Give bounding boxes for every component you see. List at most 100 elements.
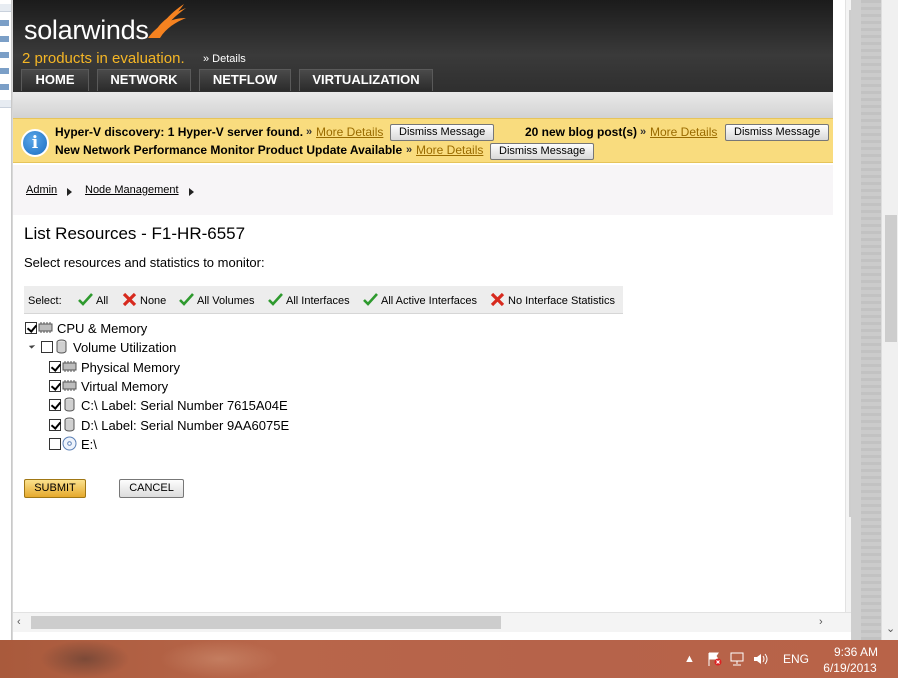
chevron-right-icon [67,188,72,196]
select-all-interfaces[interactable]: All Interfaces [286,295,350,307]
checkbox[interactable] [25,322,37,334]
dismiss-button[interactable]: Dismiss Message [390,124,495,141]
window-bottom-edge [13,632,851,640]
dismiss-button[interactable]: Dismiss Message [725,124,830,141]
bg-bar [0,36,9,42]
page-title: List Resources - F1-HR-6557 [24,224,246,243]
volume-speaker-icon[interactable] [752,651,768,667]
checkbox[interactable] [49,419,61,431]
notification-npm-update: New Network Performance Monitor Product … [55,143,403,157]
bg-scrollbar-thumb[interactable] [885,215,897,342]
tab-network[interactable]: NETWORK [97,69,191,91]
language-indicator[interactable]: ENG [783,652,809,666]
chevron-left-icon[interactable]: ‹ [17,616,21,628]
expand-icon[interactable] [28,342,36,349]
horizontal-scrollbar[interactable]: ‹ › [13,612,851,632]
solarwinds-logo[interactable]: solarwinds [24,15,149,46]
scrollbar-thumb[interactable] [849,10,851,517]
tab-virtualization[interactable]: VIRTUALIZATION [299,69,433,91]
tree-item-cpu-memory: CPU & Memory [24,320,324,338]
scrollbar-thumb[interactable] [31,616,501,629]
dismiss-button[interactable]: Dismiss Message [490,143,595,160]
notification-blog: 20 new blog post(s) [525,125,638,139]
chevron-right-icon[interactable]: › [819,616,823,628]
info-icon: i [21,129,49,157]
background-window-left [0,0,12,640]
browser-content: solarwinds 2 products in evaluation. » D… [13,0,851,612]
memory-chip-icon [62,361,77,372]
memory-chip-icon [62,380,77,391]
taskbar-app-thumbnail[interactable] [160,640,280,678]
tree-item-volume-c: C:\ Label: Serial Number 7615A04E [24,397,344,415]
checkbox[interactable] [49,438,61,450]
cancel-button[interactable]: CANCEL [119,479,184,498]
bg-bar [0,20,9,26]
tree-item-label: E:\ [81,437,97,452]
raquo-icon: » [306,126,313,138]
clock-date[interactable]: 6/19/2013 [818,661,882,675]
evaluation-details-link[interactable]: » Details [203,53,246,65]
tree-item-label: Volume Utilization [73,340,177,355]
more-details-link[interactable]: More Details [316,125,383,139]
tab-home[interactable]: HOME [21,69,89,91]
tree-item-virtual-memory: Virtual Memory [24,378,324,396]
more-details-link[interactable]: More Details [416,143,483,157]
volume-icon [64,417,75,432]
breadcrumb-admin[interactable]: Admin [26,184,57,196]
tree-item-label: C:\ Label: Serial Number 7615A04E [81,398,288,413]
select-all-volumes[interactable]: All Volumes [197,295,254,307]
taskbar-app-thumbnail[interactable] [40,640,130,678]
checkbox[interactable] [49,361,61,373]
raquo-icon: » [406,144,413,156]
app-header: solarwinds 2 products in evaluation. » D… [13,0,833,92]
network-icon[interactable] [729,651,745,667]
clock-time[interactable]: 9:36 AM [826,645,886,659]
header-band [13,92,833,118]
flame-logo-icon [148,4,186,38]
check-icon [179,293,194,306]
x-icon [490,292,505,307]
show-hidden-icons-icon[interactable]: ▲ [684,653,695,665]
submit-button[interactable]: SUBMIT [24,479,86,498]
chevron-down-icon[interactable]: ⌄ [886,622,895,635]
select-no-interface-statistics[interactable]: No Interface Statistics [508,295,615,307]
breadcrumb-node-management[interactable]: Node Management [85,184,179,196]
raquo-icon: » [640,126,647,138]
checkbox[interactable] [49,380,61,392]
tab-netflow[interactable]: NETFLOW [199,69,291,91]
checkbox[interactable] [49,399,61,411]
bg-tab [0,4,11,12]
tree-item-label: D:\ Label: Serial Number 9AA6075E [81,418,290,433]
notification-bar: i Hyper-V discovery: 1 Hyper-V server fo… [13,118,833,163]
action-center-flag-icon[interactable] [706,651,722,667]
volume-icon [64,397,75,412]
check-icon [78,293,93,306]
tree-item-physical-memory: Physical Memory [24,359,324,377]
bg-tab [0,100,11,108]
taskbar: ▲ ENG [0,640,898,678]
tree-item-label: CPU & Memory [57,321,148,336]
chevron-right-icon [189,188,194,196]
select-bar: Select: All None All Volumes All Interfa… [24,286,623,314]
evaluation-notice[interactable]: 2 products in evaluation. [22,50,185,67]
select-label: Select: [28,295,62,307]
tree-item-label: Physical Memory [81,360,180,375]
page-subtitle: Select resources and statistics to monit… [24,255,265,270]
more-details-link[interactable]: More Details [650,125,717,139]
bg-bar [0,68,9,74]
select-all[interactable]: All [96,295,108,307]
select-all-active-interfaces[interactable]: All Active Interfaces [381,295,477,307]
tree-item-label: Virtual Memory [81,379,169,394]
check-icon [363,293,378,306]
memory-chip-icon [38,322,53,333]
bg-scrollbar[interactable]: ⌄ [881,0,898,640]
select-none[interactable]: None [140,295,166,307]
checkbox[interactable] [41,341,53,353]
x-icon [122,292,137,307]
chevron-down-icon[interactable]: ⌄ [850,598,851,611]
volume-icon [56,339,67,354]
vertical-scrollbar[interactable]: ⌄ [845,0,851,612]
cd-drive-icon [62,436,77,451]
check-icon [268,293,283,306]
tree-item-volume-utilization: Volume Utilization [24,339,324,357]
